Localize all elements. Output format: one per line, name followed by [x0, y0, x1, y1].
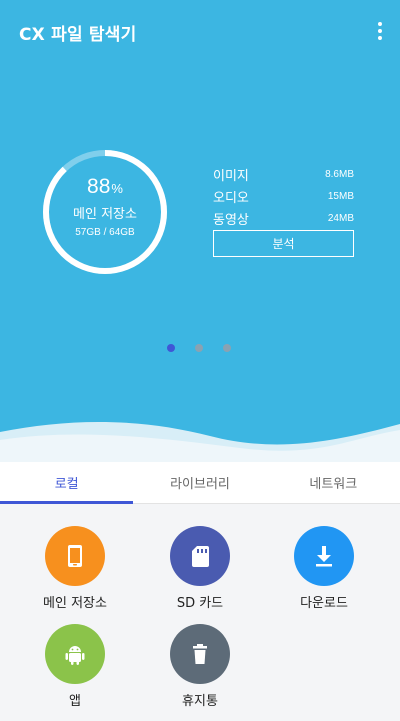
- stat-label: 이미지: [213, 168, 249, 184]
- app-title: CX 파일 탐색기: [19, 25, 137, 45]
- analyze-button[interactable]: 분석: [213, 230, 354, 257]
- main-storage-shortcut[interactable]: 메인 저장소: [15, 526, 135, 611]
- shortcut-label: 휴지통: [182, 694, 218, 709]
- sd-card-shortcut[interactable]: SD 카드: [140, 526, 260, 611]
- trash-shortcut[interactable]: 휴지통: [140, 624, 260, 709]
- stat-row-audio: 오디오 15MB: [213, 185, 354, 207]
- storage-label: 메인 저장소: [73, 207, 137, 222]
- sd-card-icon: [170, 526, 230, 586]
- storage-usage-ring[interactable]: 88% 메인 저장소 57GB / 64GB: [42, 149, 168, 275]
- storage-percent: 88%: [87, 175, 123, 198]
- page-dot-2[interactable]: [195, 344, 203, 352]
- shortcut-label: SD 카드: [176, 596, 224, 611]
- stat-value: 8.6MB: [325, 168, 354, 180]
- media-stats: 이미지 8.6MB 오디오 15MB 동영상 24MB: [213, 163, 354, 229]
- phone-icon: [45, 526, 105, 586]
- tab-network[interactable]: 네트워크: [267, 462, 400, 503]
- tab-bar: 로컬 라이브러리 네트워크: [0, 462, 400, 504]
- android-icon: [45, 624, 105, 684]
- download-icon: [294, 526, 354, 586]
- more-vert-icon[interactable]: [370, 18, 390, 44]
- page-indicator: [167, 344, 231, 352]
- decorative-wave: [0, 421, 400, 462]
- trash-icon: [170, 624, 230, 684]
- apps-shortcut[interactable]: 앱: [15, 624, 135, 709]
- storage-summary-panel: CX 파일 탐색기 88% 메인 저장소 57GB / 64GB 이미지 8.6…: [0, 0, 400, 462]
- shortcut-label: 앱: [69, 694, 81, 709]
- stat-label: 동영상: [213, 212, 249, 228]
- shortcut-label: 다운로드: [300, 596, 348, 611]
- tab-library[interactable]: 라이브러리: [133, 462, 266, 503]
- storage-size: 57GB / 64GB: [75, 227, 135, 238]
- stat-row-images: 이미지 8.6MB: [213, 163, 354, 185]
- page-dot-3[interactable]: [223, 344, 231, 352]
- stat-label: 오디오: [213, 190, 249, 206]
- stat-row-video: 동영상 24MB: [213, 207, 354, 229]
- stat-value: 15MB: [327, 190, 354, 202]
- shortcut-label: 메인 저장소: [43, 596, 107, 611]
- page-dot-1[interactable]: [167, 344, 175, 352]
- tab-local[interactable]: 로컬: [0, 462, 134, 504]
- download-shortcut[interactable]: 다운로드: [264, 526, 384, 611]
- stat-value: 24MB: [327, 212, 354, 224]
